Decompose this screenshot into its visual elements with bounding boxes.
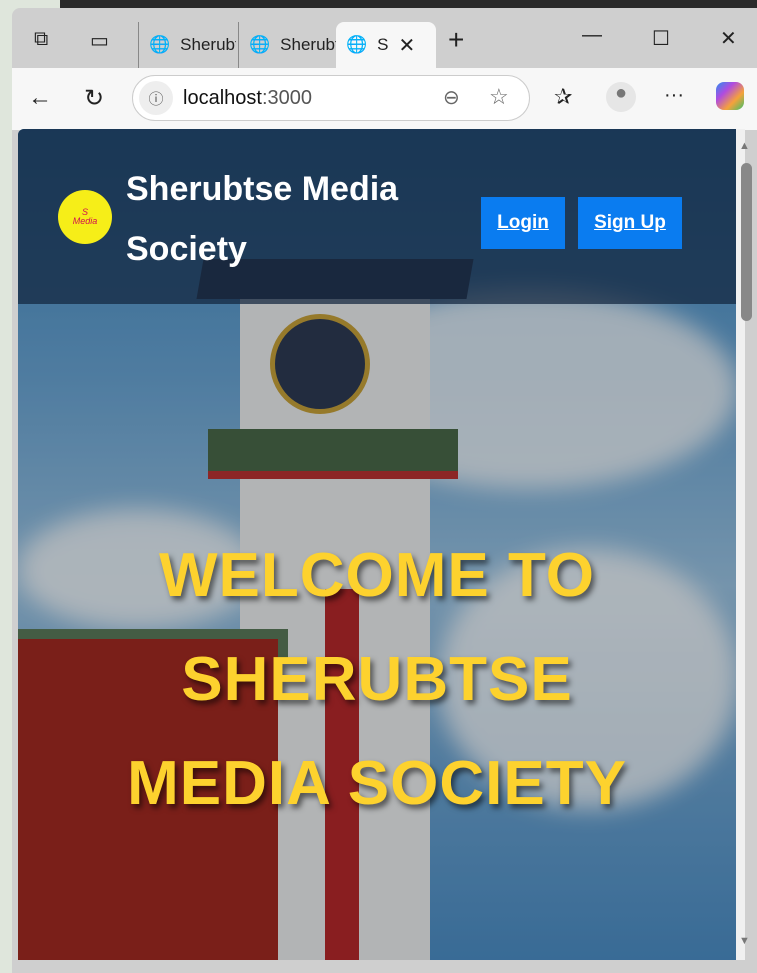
maximize-icon[interactable]: ☐ xyxy=(652,26,670,51)
url-host: localhost xyxy=(183,86,262,109)
workspaces-icon[interactable]: ⧉ xyxy=(34,28,48,51)
hero-line: WELCOME TO xyxy=(159,541,595,610)
profile-icon[interactable]: ● xyxy=(606,82,636,112)
url-port: :3000 xyxy=(261,86,312,109)
toolbar: ← ↻ ⓘ localhost:3000 ⊖ ☆ ✰ ● ··· xyxy=(12,68,757,130)
hero-heading: WELCOME TO SHERUBTSE MEDIA SOCIETY xyxy=(18,524,736,836)
tab-label: Sherubtse xyxy=(180,35,236,54)
copilot-icon[interactable] xyxy=(716,82,744,110)
navbar: S Media Sherubtse Media Society Login Sig… xyxy=(18,129,736,304)
minimize-icon[interactable]: — xyxy=(582,24,602,47)
scrollbar-thumb[interactable] xyxy=(741,163,752,321)
more-icon[interactable]: ··· xyxy=(664,84,684,107)
address-bar[interactable]: ⓘ localhost:3000 ⊖ ☆ xyxy=(132,75,530,121)
close-window-icon[interactable]: ✕ xyxy=(720,26,737,51)
scroll-down-icon[interactable]: ▼ xyxy=(739,935,750,947)
society-logo[interactable]: S Media xyxy=(58,190,112,244)
favorites-icon[interactable]: ✰ xyxy=(554,84,572,110)
tab-1[interactable]: 🌐 Sherubtse xyxy=(138,22,236,68)
signup-button[interactable]: Sign Up xyxy=(578,197,682,249)
login-button[interactable]: Login xyxy=(481,197,565,249)
back-icon[interactable]: ← xyxy=(28,84,52,112)
tab-label: Sherubtse xyxy=(280,35,336,54)
hero-line: SHERUBTSE xyxy=(181,645,573,714)
scroll-up-icon[interactable]: ▲ xyxy=(739,140,750,152)
close-tab-icon[interactable]: ✕ xyxy=(399,33,416,58)
brand-title[interactable]: Sherubtse Media Society xyxy=(126,159,456,279)
globe-icon: 🌐 xyxy=(249,35,271,54)
tab-2[interactable]: 🌐 Sherubtse xyxy=(238,22,336,68)
info-icon[interactable]: ⓘ xyxy=(139,81,173,115)
globe-icon: 🌐 xyxy=(149,35,171,54)
zoom-out-icon[interactable]: ⊖ xyxy=(443,85,460,110)
vertical-tabs-icon[interactable]: ▭ xyxy=(90,28,109,53)
tab-bar: ⧉ ▭ 🌐 Sherubtse 🌐 Sherubtse 🌐 S ✕ + — ☐ ✕ xyxy=(12,8,757,68)
tab-label: S xyxy=(377,35,389,54)
favorite-star-icon[interactable]: ☆ xyxy=(489,84,509,110)
tab-active[interactable]: 🌐 S ✕ xyxy=(336,22,436,68)
new-tab-icon[interactable]: + xyxy=(448,24,464,56)
refresh-icon[interactable]: ↻ xyxy=(84,84,104,113)
hero-line: MEDIA SOCIETY xyxy=(127,749,627,818)
globe-icon: 🌐 xyxy=(346,35,368,54)
url-text: localhost:3000 xyxy=(183,87,312,110)
webpage: S Media Sherubtse Media Society Login Sig… xyxy=(18,129,736,960)
